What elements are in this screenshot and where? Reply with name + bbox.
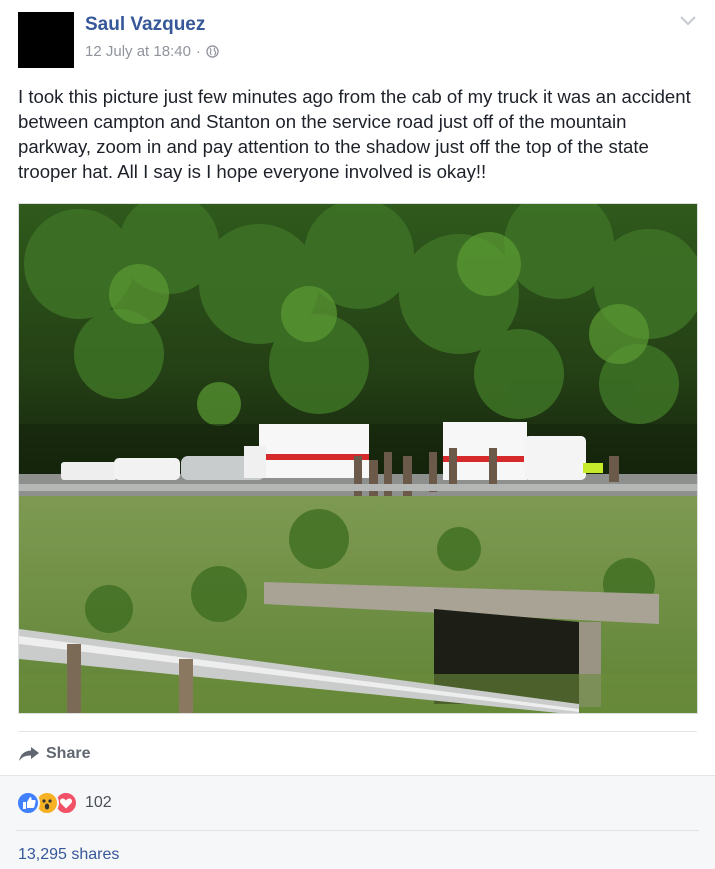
- like-icon: [16, 791, 40, 815]
- post-photo[interactable]: [18, 203, 698, 714]
- post-timestamp[interactable]: 12 July at 18:40: [85, 43, 191, 60]
- share-button[interactable]: Share: [18, 742, 90, 766]
- globe-icon: [206, 45, 219, 58]
- author-avatar[interactable]: [18, 12, 74, 68]
- chevron-down-icon[interactable]: [679, 14, 697, 28]
- facebook-post: Saul Vazquez 12 July at 18:40 · I took t…: [0, 0, 715, 869]
- footer-divider: [16, 830, 699, 831]
- post-text: I took this picture just few minutes ago…: [18, 86, 691, 182]
- post-meta: 12 July at 18:40 ·: [85, 43, 219, 60]
- reactions-summary[interactable]: 102: [16, 791, 112, 815]
- share-label: Share: [46, 745, 91, 762]
- share-arrow-icon: [19, 747, 39, 761]
- shares-count-link[interactable]: 13,295 shares: [18, 846, 119, 864]
- meta-separator: ·: [195, 43, 201, 60]
- reaction-count[interactable]: 102: [85, 794, 112, 812]
- accident-scene-image: [19, 204, 697, 713]
- author-name-link[interactable]: Saul Vazquez: [85, 14, 205, 36]
- post-footer: 102 13,295 shares: [0, 775, 715, 869]
- action-divider: [18, 731, 697, 732]
